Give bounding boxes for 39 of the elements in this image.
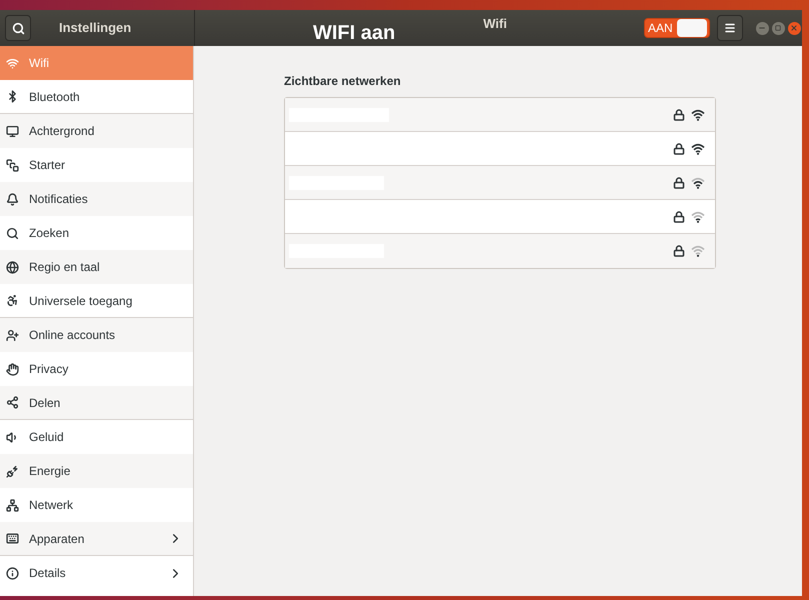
section-title: Zichtbare netwerken bbox=[284, 73, 402, 90]
globe-icon bbox=[6, 260, 19, 274]
app-title: Instellingen bbox=[59, 19, 132, 38]
share-icon bbox=[6, 396, 19, 409]
close-button[interactable] bbox=[788, 22, 801, 34]
close-icon bbox=[790, 24, 798, 32]
sidebar-item[interactable]: Energie bbox=[0, 454, 193, 488]
speaker-icon bbox=[6, 430, 19, 444]
search-button[interactable] bbox=[5, 15, 31, 41]
screens-icon bbox=[6, 158, 19, 172]
maximize-icon bbox=[775, 25, 782, 31]
hand-icon bbox=[6, 362, 19, 376]
sidebar-item[interactable]: Notificaties bbox=[0, 182, 193, 216]
info-icon bbox=[6, 566, 19, 580]
monitor-icon bbox=[6, 124, 19, 138]
maximize-button[interactable] bbox=[772, 22, 785, 34]
sidebar-item[interactable]: Online accounts bbox=[0, 318, 193, 352]
network-row[interactable] bbox=[285, 166, 715, 200]
keyboard-icon bbox=[6, 532, 19, 545]
wifi-icon bbox=[6, 56, 19, 70]
search-icon bbox=[6, 226, 19, 240]
bell-icon bbox=[6, 192, 19, 206]
sidebar-item[interactable]: Apparaten bbox=[0, 522, 193, 556]
annotation-text: WIFI aan bbox=[313, 21, 396, 46]
menu-icon bbox=[724, 22, 736, 34]
search-icon bbox=[12, 22, 24, 34]
sidebar-item[interactable]: Regio en taal bbox=[0, 250, 193, 284]
network-icon bbox=[6, 498, 19, 512]
plug-icon bbox=[6, 464, 19, 478]
accessibility-icon bbox=[6, 294, 19, 307]
menu-button[interactable] bbox=[716, 15, 743, 41]
accounts-icon bbox=[6, 328, 19, 342]
minimize-button[interactable] bbox=[756, 22, 769, 34]
sidebar-item[interactable]: Achtergrond bbox=[0, 114, 193, 148]
network-row[interactable] bbox=[285, 98, 715, 132]
page-title: Wifi bbox=[483, 15, 507, 34]
bluetooth-icon bbox=[6, 90, 19, 103]
wifi-switch[interactable]: AAN bbox=[644, 18, 710, 38]
sidebar-item[interactable]: Delen bbox=[0, 386, 193, 420]
